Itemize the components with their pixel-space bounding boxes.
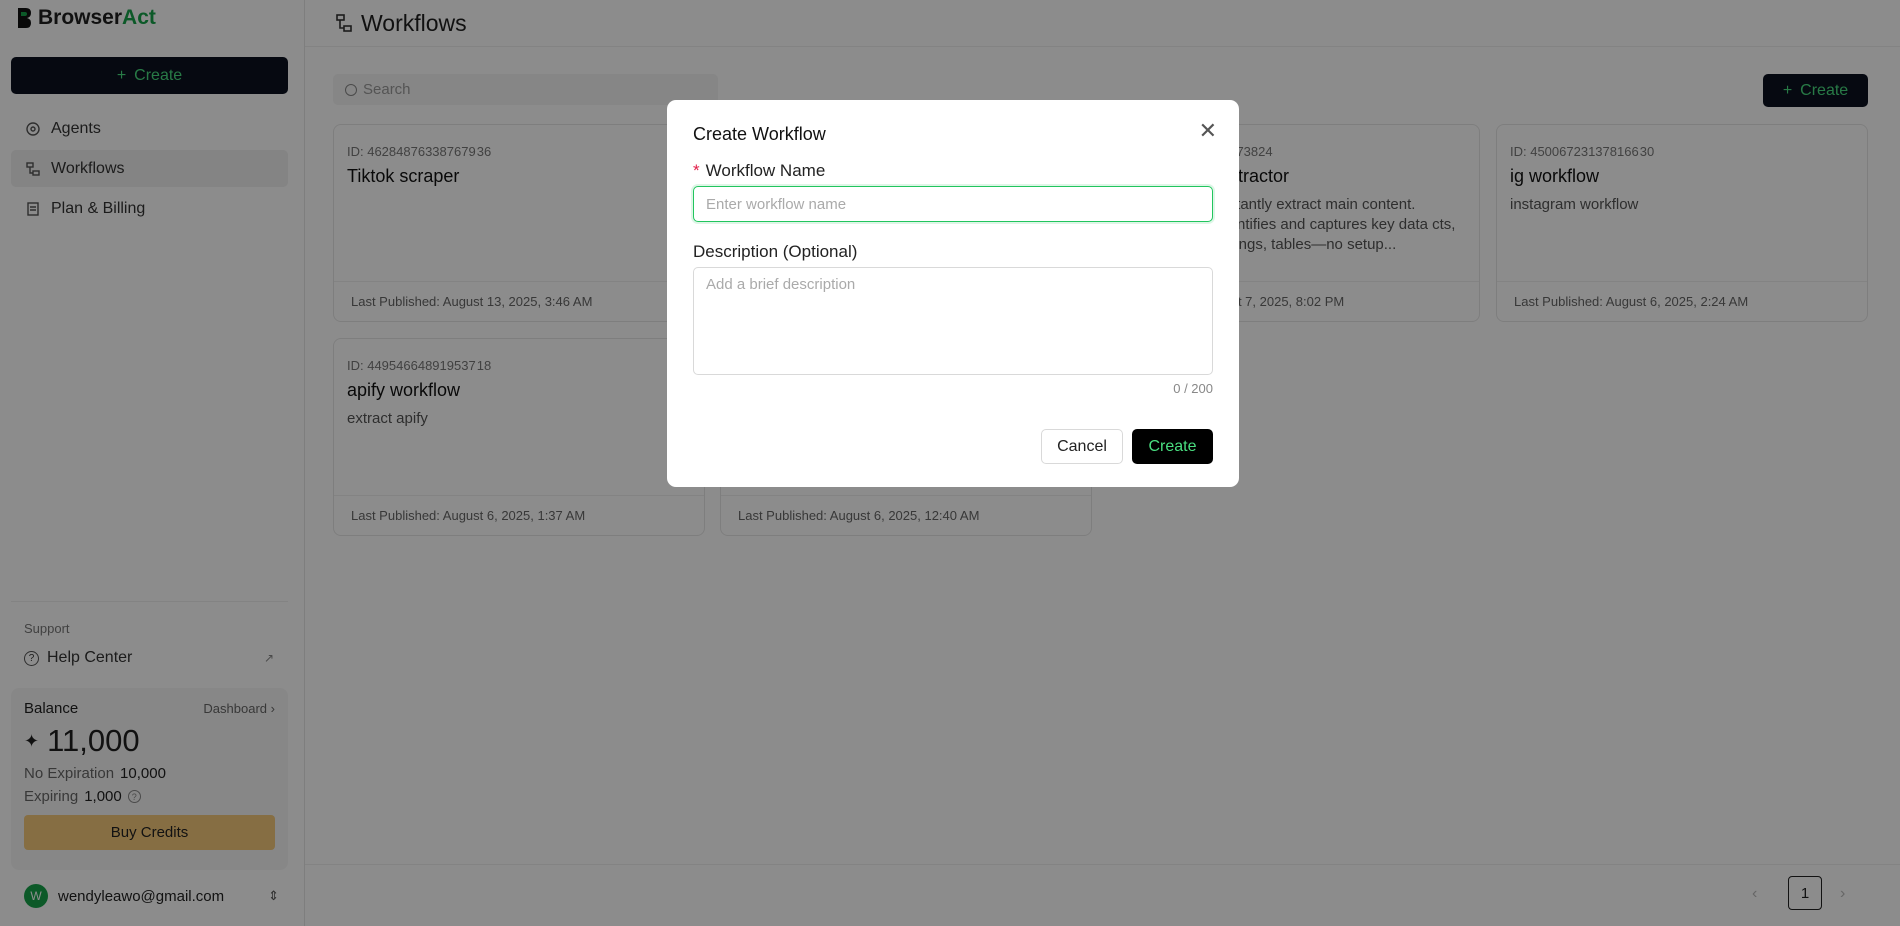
workflow-name-input[interactable]	[693, 186, 1213, 222]
workflow-name-label: * Workflow Name	[693, 161, 825, 181]
close-icon[interactable]: ✕	[1199, 120, 1217, 142]
description-label: Description (Optional)	[693, 242, 858, 261]
char-count: 0 / 200	[1173, 381, 1213, 396]
create-button[interactable]: Create	[1132, 429, 1213, 464]
workflow-name-label-text: Workflow Name	[705, 161, 826, 180]
create-workflow-dialog: Create Workflow ✕ * Workflow Name Descrip…	[667, 100, 1239, 487]
dialog-title: Create Workflow	[693, 124, 826, 144]
description-textarea[interactable]	[693, 267, 1213, 375]
required-mark: *	[693, 161, 700, 180]
cancel-button[interactable]: Cancel	[1041, 429, 1123, 464]
